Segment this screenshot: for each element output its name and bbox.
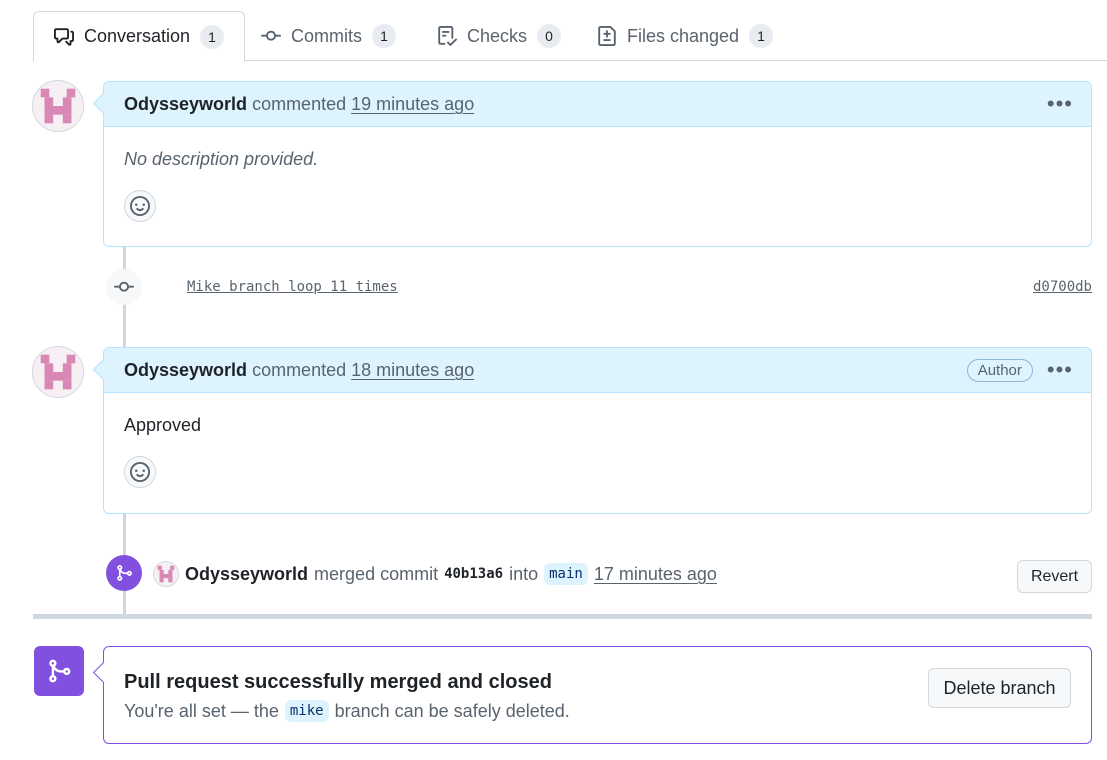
merge-author[interactable]: Odysseyworld — [185, 564, 308, 585]
avatar[interactable] — [153, 561, 179, 587]
merge-event: Odysseyworld merged commit 40b13a6 into … — [153, 560, 717, 588]
tab-commits[interactable]: Commits 1 — [241, 11, 416, 61]
merge-node — [106, 555, 142, 591]
comment-box: Odysseyworld commented 19 minutes ago ••… — [103, 81, 1092, 247]
avatar[interactable] — [32, 346, 84, 398]
comment-timestamp[interactable]: 19 minutes ago — [351, 94, 474, 115]
merged-status-icon — [34, 646, 84, 696]
comment-action: commented — [252, 93, 347, 114]
file-diff-icon — [598, 26, 616, 46]
git-merge-icon — [49, 659, 71, 683]
comment-header: Odysseyworld commented 18 minutes ago Au… — [104, 348, 1091, 393]
delete-branch-button[interactable]: Delete branch — [928, 668, 1071, 708]
commit-sha-link[interactable]: d0700db — [1033, 279, 1092, 295]
merge-timestamp[interactable]: 17 minutes ago — [594, 564, 717, 585]
comment-discussion-icon — [54, 27, 74, 46]
tab-checks-label: Checks — [467, 25, 528, 46]
comment-timestamp[interactable]: 18 minutes ago — [351, 360, 474, 381]
avatar[interactable] — [32, 80, 84, 132]
comment-box: Odysseyworld commented 18 minutes ago Au… — [103, 347, 1092, 514]
smiley-icon — [130, 462, 150, 482]
timeline-divider — [33, 614, 1092, 619]
merge-action: merged commit — [314, 563, 439, 584]
merged-sub-after: branch can be safely deleted. — [334, 700, 570, 721]
author-badge: Author — [966, 358, 1033, 382]
checklist-icon — [438, 26, 457, 46]
git-commit-icon — [114, 281, 134, 292]
comment-body: Approved — [124, 415, 202, 435]
pr-tabs: Conversation 1 Commits 1 Checks 0 Files … — [33, 11, 1107, 62]
comment-author[interactable]: Odysseyworld — [124, 360, 247, 381]
tab-conversation-label: Conversation — [84, 26, 191, 46]
git-merge-icon — [117, 565, 132, 581]
tab-commits-count: 1 — [372, 24, 396, 48]
commit-message-link[interactable]: Mike branch loop 11 times — [187, 279, 398, 295]
tab-files-changed-label: Files changed — [627, 25, 740, 46]
commit-node — [106, 269, 142, 305]
comment-header: Odysseyworld commented 19 minutes ago ••… — [104, 82, 1091, 127]
tab-checks-count: 0 — [537, 24, 562, 48]
add-reaction-button[interactable] — [124, 190, 156, 222]
tab-conversation-count: 1 — [200, 24, 225, 49]
comment-action: commented — [252, 359, 347, 380]
merge-commit-sha[interactable]: 40b13a6 — [444, 566, 503, 582]
comment-author[interactable]: Odysseyworld — [124, 94, 247, 115]
tab-conversation[interactable]: Conversation 1 — [33, 11, 246, 62]
revert-button[interactable]: Revert — [1017, 560, 1092, 593]
kebab-menu-icon[interactable]: ••• — [1047, 359, 1073, 381]
tab-files-changed[interactable]: Files changed 1 — [577, 11, 793, 61]
merged-sub-before: You're all set — the — [124, 700, 279, 721]
kebab-menu-icon[interactable]: ••• — [1047, 93, 1073, 115]
tab-commits-label: Commits — [291, 25, 362, 46]
head-branch-label[interactable]: mike — [284, 700, 329, 722]
add-reaction-button[interactable] — [124, 456, 156, 488]
base-branch-label[interactable]: main — [544, 563, 588, 585]
smiley-icon — [130, 196, 150, 216]
git-commit-icon — [261, 30, 281, 41]
merge-into: into — [509, 563, 539, 584]
tab-checks[interactable]: Checks 0 — [417, 11, 581, 61]
tab-files-changed-count: 1 — [749, 24, 774, 48]
comment-body: No description provided. — [124, 149, 319, 169]
merged-status-box: Pull request successfully merged and clo… — [103, 646, 1092, 744]
